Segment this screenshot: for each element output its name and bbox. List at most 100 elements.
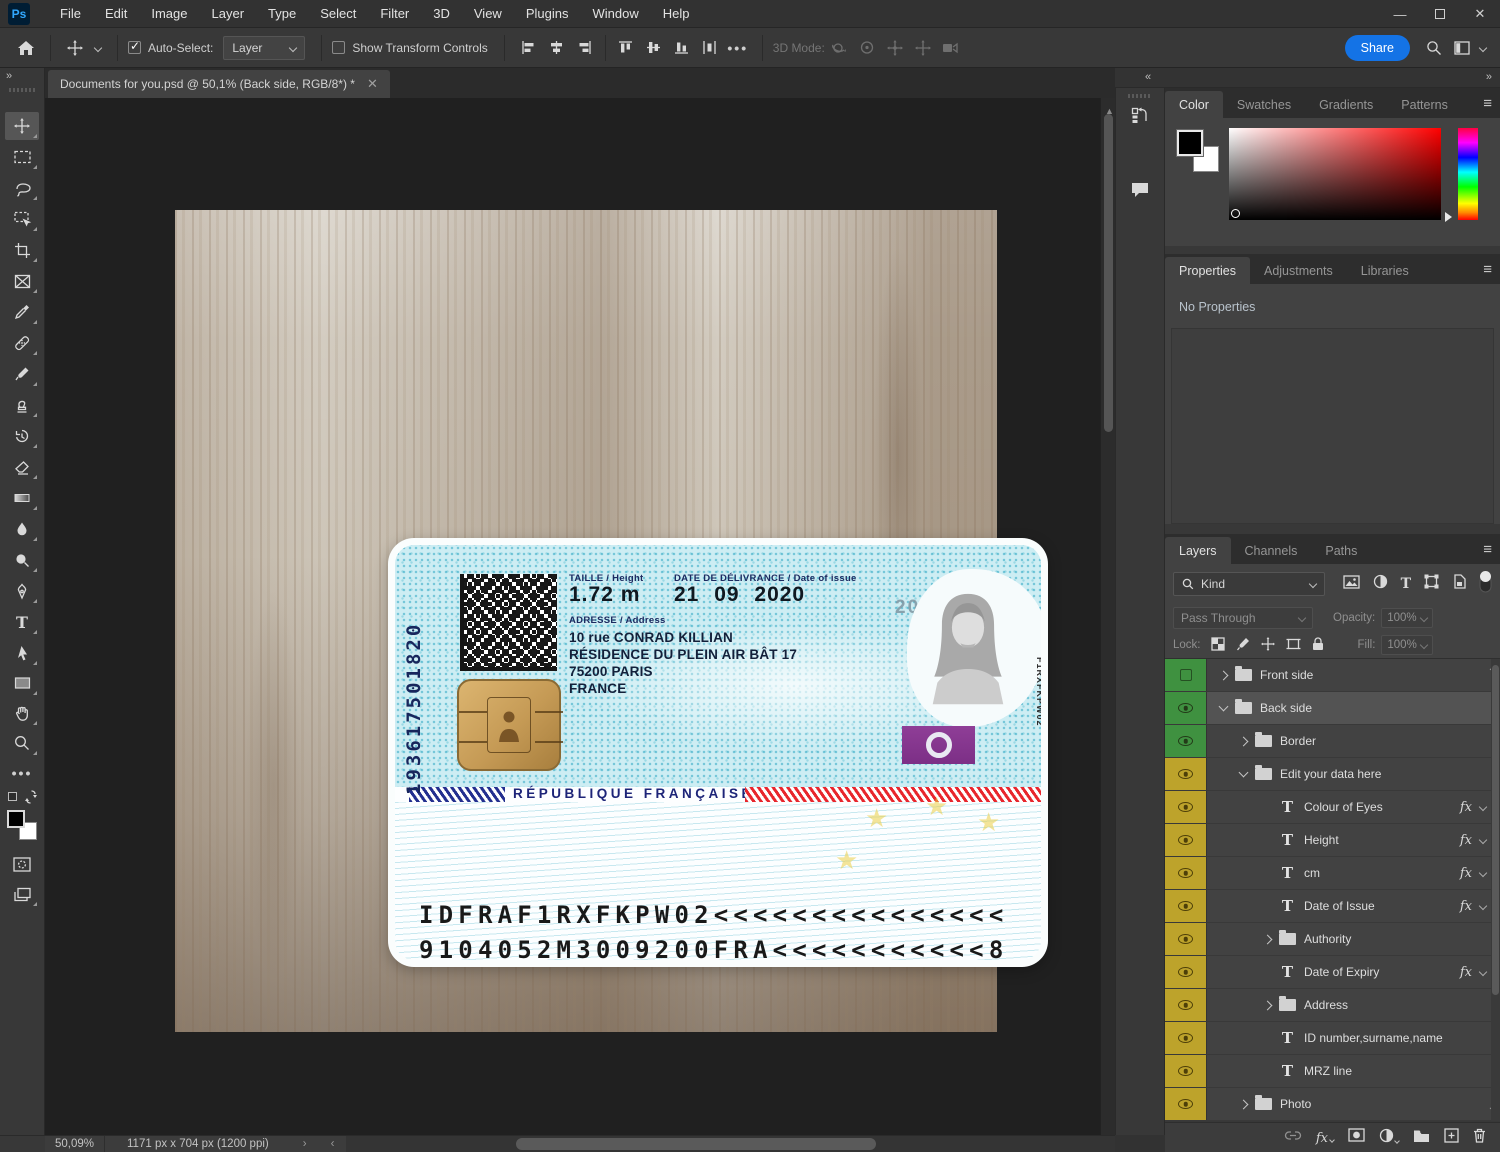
saturation-brightness-box[interactable]: [1229, 128, 1441, 220]
layer-effects-badge[interactable]: fx: [1460, 899, 1486, 914]
layer-name[interactable]: Height: [1304, 833, 1339, 847]
lock-all-icon[interactable]: [1312, 637, 1324, 654]
menu-item[interactable]: Window: [580, 0, 650, 28]
lock-image-pixels-icon[interactable]: [1236, 637, 1250, 654]
tool-lasso[interactable]: [5, 174, 39, 202]
tool-blur[interactable]: [5, 515, 39, 543]
menu-item[interactable]: View: [462, 0, 514, 28]
layer-visibility-toggle[interactable]: [1165, 758, 1207, 790]
layer-filter-dropdown[interactable]: Kind: [1173, 572, 1325, 596]
align-top-icon[interactable]: [612, 34, 640, 62]
foreground-background-swatches[interactable]: [7, 810, 37, 840]
tool-preset-chevron-icon[interactable]: [94, 43, 102, 51]
panel-tab[interactable]: Layers: [1165, 537, 1231, 564]
panel-tab[interactable]: Patterns: [1387, 91, 1462, 118]
tool-object-selection[interactable]: [5, 205, 39, 233]
panel-tab[interactable]: Paths: [1311, 537, 1371, 564]
layer-visibility-toggle[interactable]: [1165, 659, 1207, 691]
tool-type[interactable]: T: [5, 608, 39, 636]
tab-close-icon[interactable]: ✕: [367, 76, 378, 92]
tool-rectangle[interactable]: [5, 669, 39, 697]
lock-position-icon[interactable]: [1261, 637, 1275, 654]
tool-rectangular-marquee[interactable]: [5, 143, 39, 171]
blend-mode-dropdown[interactable]: Pass Through: [1173, 607, 1313, 629]
menu-item[interactable]: Edit: [93, 0, 139, 28]
align-center-vertical-icon[interactable]: [640, 34, 668, 62]
restore-button[interactable]: [1420, 0, 1460, 28]
panel-tab[interactable]: Swatches: [1223, 91, 1305, 118]
layer-row[interactable]: Address fx: [1165, 989, 1500, 1022]
expand-collapse-icon[interactable]: [1215, 672, 1231, 679]
layer-filtering-toggle[interactable]: [1479, 570, 1492, 598]
layer-row[interactable]: MRZ line fx: [1165, 1055, 1500, 1088]
close-button[interactable]: ✕: [1460, 0, 1500, 28]
show-transform-checkbox[interactable]: [332, 41, 345, 54]
layer-name[interactable]: Back side: [1260, 701, 1312, 715]
panel-tab[interactable]: Properties: [1165, 257, 1250, 284]
more-align-options-icon[interactable]: •••: [724, 34, 752, 62]
layers-scrollbar[interactable]: [1491, 659, 1500, 1121]
menu-item[interactable]: Layer: [200, 0, 257, 28]
panel-tab[interactable]: Color: [1165, 91, 1223, 118]
layer-row[interactable]: Front side fx: [1165, 659, 1500, 692]
tool-move[interactable]: [5, 112, 39, 140]
filter-pixel-layers-icon[interactable]: [1343, 575, 1360, 594]
layer-row[interactable]: Photo fx: [1165, 1088, 1500, 1121]
minimize-button[interactable]: —: [1380, 0, 1420, 28]
align-bottom-icon[interactable]: [668, 34, 696, 62]
new-adjustment-layer-icon[interactable]: [1379, 1128, 1399, 1148]
layer-visibility-toggle[interactable]: [1165, 923, 1207, 955]
panel-tab[interactable]: Libraries: [1347, 257, 1423, 284]
panel-foreground-background-swatches[interactable]: [1177, 130, 1219, 172]
layer-row[interactable]: Edit your data here fx: [1165, 758, 1500, 791]
foreground-color-swatch[interactable]: [7, 810, 25, 828]
layer-row[interactable]: Height fx: [1165, 824, 1500, 857]
color-panel-menu-icon[interactable]: ≡: [1483, 95, 1492, 112]
layer-visibility-toggle[interactable]: [1165, 824, 1207, 856]
expand-collapse-icon[interactable]: [1235, 738, 1251, 745]
layer-effects-badge[interactable]: fx: [1460, 965, 1486, 980]
auto-select-checkbox[interactable]: [128, 41, 141, 54]
layer-visibility-toggle[interactable]: [1165, 890, 1207, 922]
fill-value[interactable]: 100%: [1381, 635, 1433, 655]
layer-name[interactable]: Date of Issue: [1304, 899, 1375, 913]
vertical-scroll-thumb[interactable]: [1104, 114, 1113, 432]
canvas-horizontal-scrollbar[interactable]: [346, 1136, 1115, 1152]
tool-zoom[interactable]: [5, 729, 39, 757]
add-layer-mask-icon[interactable]: [1348, 1128, 1365, 1147]
expand-dock-icon[interactable]: »: [1486, 71, 1492, 83]
layer-name[interactable]: cm: [1304, 866, 1320, 880]
canvas-vertical-scrollbar[interactable]: ▲: [1100, 98, 1115, 1135]
tool-frame[interactable]: [5, 267, 39, 295]
quick-mask-icon[interactable]: [5, 850, 39, 878]
distribute-horizontal-icon[interactable]: [696, 34, 724, 62]
layer-row[interactable]: Back side fx: [1165, 692, 1500, 725]
layers-panel-menu-icon[interactable]: ≡: [1483, 541, 1492, 558]
swap-colors-icon[interactable]: [24, 790, 38, 804]
tool-hand[interactable]: [5, 699, 39, 727]
layer-effects-badge[interactable]: fx: [1460, 833, 1486, 848]
3d-camera-icon[interactable]: [937, 34, 965, 62]
status-options-chevron-icon[interactable]: ›: [291, 1138, 319, 1150]
layer-row[interactable]: cm fx: [1165, 857, 1500, 890]
search-icon[interactable]: [1420, 34, 1448, 62]
screen-mode-icon[interactable]: [5, 880, 39, 908]
tool-eraser[interactable]: [5, 453, 39, 481]
layer-name[interactable]: Photo: [1280, 1097, 1311, 1111]
horizontal-scroll-thumb[interactable]: [516, 1138, 876, 1150]
tool-dodge[interactable]: [5, 546, 39, 574]
panel-tab[interactable]: Adjustments: [1250, 257, 1347, 284]
layer-name[interactable]: MRZ line: [1304, 1064, 1352, 1078]
tool-pen[interactable]: [5, 577, 39, 605]
menu-item[interactable]: Plugins: [514, 0, 581, 28]
layer-row[interactable]: Authority fx: [1165, 923, 1500, 956]
align-right-icon[interactable]: [571, 34, 599, 62]
new-group-icon[interactable]: [1413, 1129, 1430, 1147]
layer-name[interactable]: ID number,surname,name: [1304, 1031, 1443, 1045]
tool-history-brush[interactable]: [5, 422, 39, 450]
layer-visibility-toggle[interactable]: [1165, 1088, 1207, 1120]
3d-slide-icon[interactable]: [909, 34, 937, 62]
menu-item[interactable]: Filter: [368, 0, 421, 28]
layer-row[interactable]: ID number,surname,name fx: [1165, 1022, 1500, 1055]
expand-collapse-icon[interactable]: [1235, 772, 1251, 776]
